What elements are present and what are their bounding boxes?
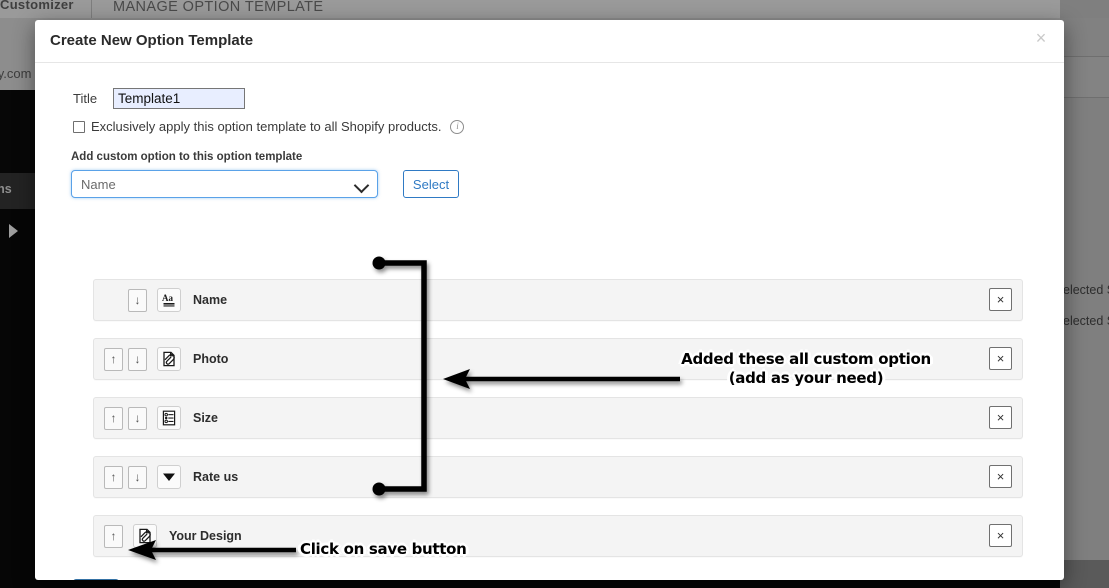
- expand-triangle-icon[interactable]: [9, 224, 18, 238]
- exclusive-checkbox-label: Exclusively apply this option template t…: [91, 119, 442, 134]
- radio-list-icon: [157, 406, 181, 430]
- delete-option-button[interactable]: ×: [989, 406, 1012, 429]
- move-up-button[interactable]: ↑: [104, 465, 123, 489]
- modal-body: Title Exclusively apply this option temp…: [35, 63, 1064, 580]
- move-down-button[interactable]: ↓: [128, 465, 147, 489]
- select-button[interactable]: Select: [403, 170, 459, 198]
- shopify-domain-text: pify.com: [0, 66, 32, 81]
- option-type-select-value: Name: [81, 176, 116, 192]
- svg-text:Aa: Aa: [162, 293, 173, 303]
- modal-title: Create New Option Template: [50, 32, 254, 49]
- move-up-button[interactable]: ↑: [104, 347, 123, 371]
- title-row: Title: [73, 88, 245, 109]
- text-field-icon: Aa: [157, 288, 181, 312]
- option-row-label: Your Design: [169, 529, 242, 543]
- customizer-tab-label[interactable]: Customizer: [0, 0, 90, 16]
- option-row-label: Photo: [193, 352, 229, 366]
- right-row-text-2: elected Sh: [1063, 314, 1109, 328]
- option-row: ↓ Aa Name ×: [93, 279, 1023, 321]
- move-down-button[interactable]: ↓: [128, 347, 147, 371]
- title-input[interactable]: [113, 88, 245, 109]
- app-right-bottom-strip: [1060, 560, 1109, 588]
- title-label: Title: [73, 91, 98, 106]
- option-row-label: Rate us: [193, 470, 239, 484]
- option-row-label: Size: [193, 411, 219, 425]
- add-custom-option-label: Add custom option to this option templat…: [71, 151, 303, 163]
- move-up-button[interactable]: ↑: [104, 524, 123, 548]
- app-right-card-top: [1060, 18, 1109, 57]
- option-type-select-wrap[interactable]: Name: [71, 170, 378, 198]
- chevron-down-icon: [353, 177, 370, 194]
- right-row-text-1: elected Sho: [1063, 283, 1109, 297]
- option-rows-list: ↓ Aa Name × ↑ ↓ Photo × ↑ ↓ Size × ↑ ↓ Rate us × ↑ Your D…: [93, 279, 1023, 574]
- delete-option-button[interactable]: ×: [989, 288, 1012, 311]
- delete-option-button[interactable]: ×: [989, 347, 1012, 370]
- option-type-select[interactable]: Name: [71, 170, 378, 198]
- option-row: ↑ Your Design ×: [93, 515, 1023, 557]
- option-row: ↑ ↓ Size ×: [93, 397, 1023, 439]
- top-bar-divider: [91, 0, 92, 18]
- app-right-card-second: [1060, 57, 1109, 98]
- info-icon[interactable]: i: [450, 119, 465, 134]
- move-down-button[interactable]: ↓: [128, 288, 147, 312]
- option-row-label: Name: [193, 293, 228, 307]
- save-button[interactable]: Save: [73, 579, 119, 580]
- delete-option-button[interactable]: ×: [989, 465, 1012, 488]
- modal-header: Create New Option Template ×: [35, 20, 1064, 63]
- create-option-template-modal: Create New Option Template × Title Exclu…: [35, 20, 1064, 580]
- exclusive-checkbox-row[interactable]: Exclusively apply this option template t…: [73, 119, 465, 134]
- manage-option-template-heading: MANAGE OPTION TEMPLATE: [113, 0, 324, 15]
- file-upload-icon: [133, 524, 157, 548]
- dropdown-icon: [157, 465, 181, 489]
- move-up-button[interactable]: ↑: [104, 406, 123, 430]
- delete-option-button[interactable]: ×: [989, 524, 1012, 547]
- move-down-button[interactable]: ↓: [128, 406, 147, 430]
- close-icon[interactable]: ×: [1031, 28, 1051, 48]
- sidebar-options-label: ions: [0, 182, 12, 196]
- option-row: ↑ ↓ Photo ×: [93, 338, 1023, 380]
- option-row: ↑ ↓ Rate us ×: [93, 456, 1023, 498]
- exclusive-checkbox[interactable]: [73, 120, 85, 133]
- file-upload-icon: [157, 347, 181, 371]
